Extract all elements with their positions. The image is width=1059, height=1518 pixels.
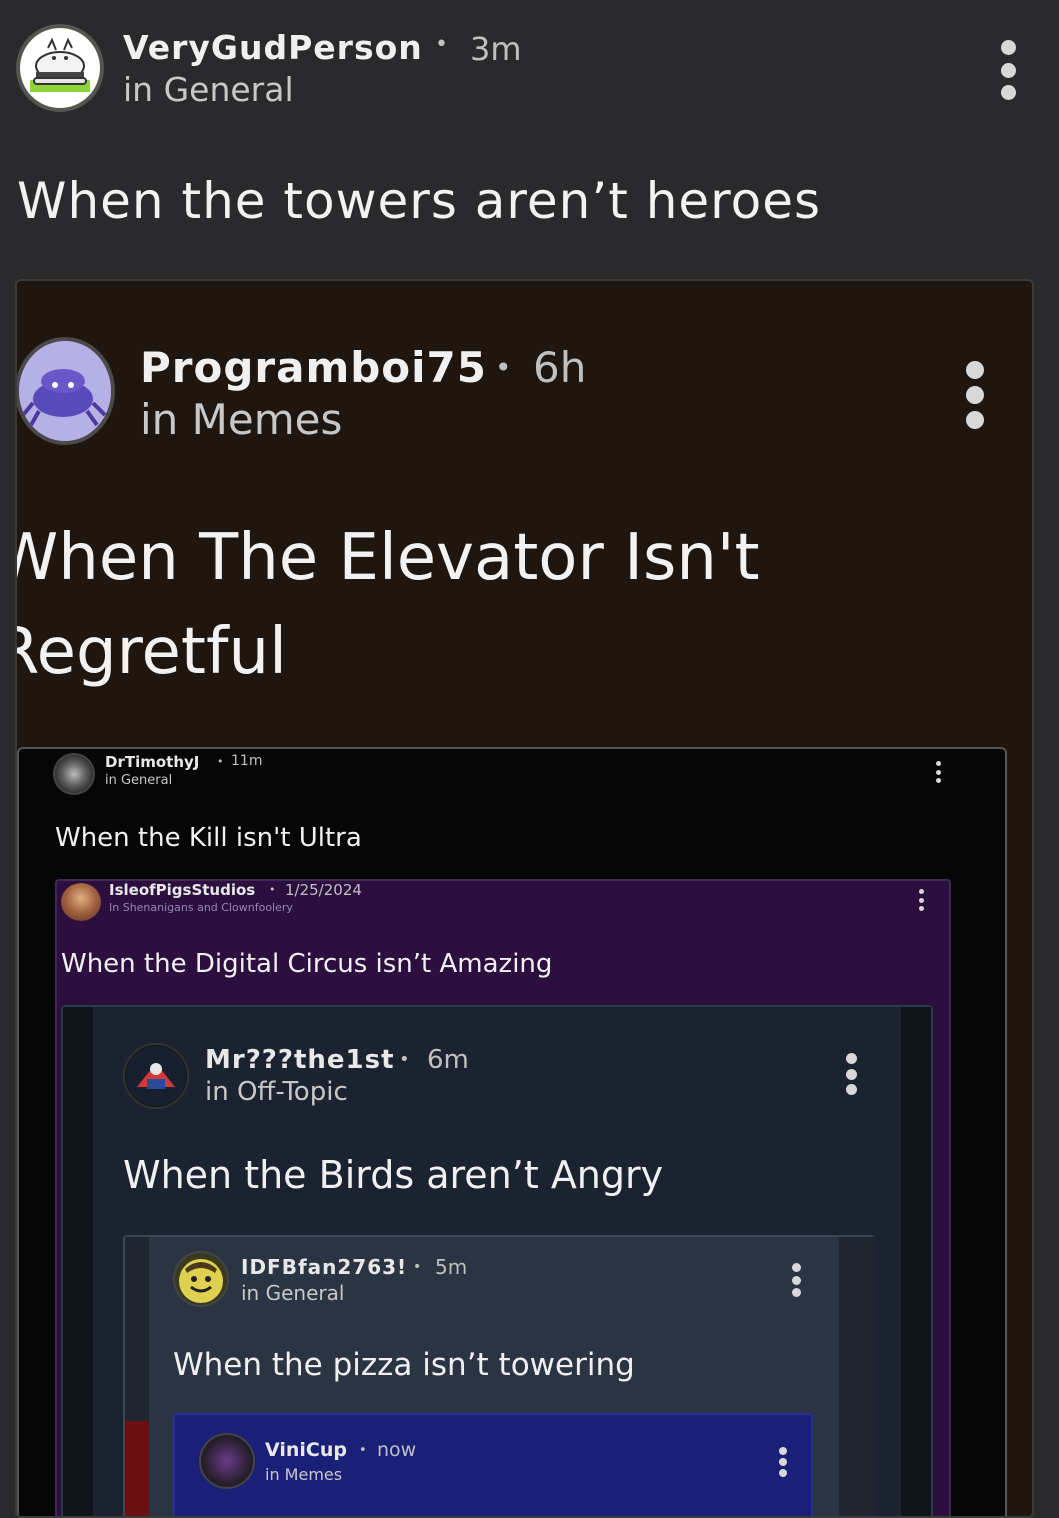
embed1-author: Programboi75 bbox=[140, 343, 487, 392]
embed1-title-line2: Regretful bbox=[15, 615, 287, 689]
embed2-time: 11m bbox=[231, 753, 263, 769]
embed2-title: When the Kill isn't Ultra bbox=[55, 823, 362, 853]
embed4-avatar bbox=[123, 1043, 189, 1109]
embed3-time: 1/25/2024 bbox=[285, 881, 362, 899]
embed5-separator: • bbox=[413, 1259, 422, 1275]
screen: { "post": { "author": "VeryGudPerson", "… bbox=[0, 0, 1059, 1518]
post-title: When the towers aren’t heroes bbox=[17, 172, 822, 230]
embed4-time: 6m bbox=[427, 1045, 469, 1075]
embed4-right-border bbox=[901, 1007, 931, 1516]
embed2-separator: • bbox=[217, 755, 224, 768]
embed4-left-border bbox=[63, 1007, 93, 1516]
embed5-more-options-icon bbox=[791, 1263, 801, 1297]
embed4-community: in Off-Topic bbox=[205, 1077, 348, 1107]
post-separator: • bbox=[435, 32, 448, 57]
embed5-card: IDFBfan2763! • 5m in General When the pi… bbox=[123, 1235, 875, 1516]
embed6-author: ViniCup bbox=[265, 1439, 347, 1461]
embed1-avatar bbox=[17, 337, 115, 445]
embed5-avatar bbox=[173, 1251, 229, 1307]
embed1-title-line1: When The Elevator Isn't bbox=[15, 521, 760, 595]
embed5-title: When the pizza isn’t towering bbox=[173, 1347, 635, 1383]
embed6-time: now bbox=[377, 1439, 417, 1461]
purple-crab-avatar-icon bbox=[19, 341, 111, 441]
embed4-more-options-icon bbox=[845, 1053, 857, 1095]
embed6-community: in Memes bbox=[265, 1465, 343, 1484]
embed2-author: DrTimothyJ bbox=[105, 753, 200, 771]
post-community[interactable]: in General bbox=[123, 70, 294, 109]
post-more-options-icon[interactable] bbox=[996, 40, 1020, 100]
author-avatar[interactable] bbox=[16, 24, 104, 112]
embed3-community: In Shenanigans and Clownfoolery bbox=[109, 901, 293, 914]
angry-bird-avatar-icon bbox=[126, 1046, 186, 1106]
embed4-separator: • bbox=[399, 1049, 410, 1070]
embed3-avatar bbox=[61, 883, 101, 921]
post-time: 3m bbox=[470, 30, 522, 68]
embed4-title: When the Birds aren’t Angry bbox=[123, 1153, 664, 1197]
embed3-author: IsleofPigsStudios bbox=[109, 881, 256, 899]
burger-cat-avatar-icon bbox=[20, 28, 100, 108]
embed5-red-decoration bbox=[125, 1421, 149, 1516]
embed6-avatar bbox=[199, 1433, 255, 1489]
embed6-card: ViniCup • now in Memes bbox=[173, 1413, 813, 1516]
post-image[interactable]: Programboi75 • 6h in Memes When The Elev… bbox=[15, 279, 1034, 1518]
embed2-card: DrTimothyJ • 11m in General When the Kil… bbox=[17, 747, 1007, 1516]
embed3-card: IsleofPigsStudios • 1/25/2024 In Shenani… bbox=[55, 879, 951, 1516]
post-author[interactable]: VeryGudPerson bbox=[123, 28, 423, 67]
embed1-separator: • bbox=[495, 351, 512, 384]
embed2-avatar bbox=[53, 753, 95, 795]
embed1-more-options-icon bbox=[963, 361, 987, 429]
embed5-author: IDFBfan2763! bbox=[241, 1255, 408, 1279]
embed3-separator: • bbox=[269, 883, 276, 896]
smiley-avatar-icon bbox=[179, 1259, 223, 1303]
embed2-more-options-icon bbox=[933, 761, 943, 783]
embed5-community: in General bbox=[241, 1281, 345, 1305]
embed5-time: 5m bbox=[435, 1255, 468, 1279]
embed3-title: When the Digital Circus isn’t Amazing bbox=[61, 949, 553, 979]
embed5-right-border bbox=[839, 1237, 875, 1516]
embed6-separator: • bbox=[359, 1443, 367, 1458]
embed1-community: in Memes bbox=[140, 395, 343, 444]
embed4-author: Mr???the1st bbox=[205, 1045, 395, 1075]
embed4-card: Mr???the1st • 6m in Off-Topic When the B… bbox=[61, 1005, 933, 1516]
embed1-time: 6h bbox=[533, 343, 587, 392]
embed3-more-options-icon bbox=[917, 889, 925, 911]
embed2-community: in General bbox=[105, 773, 173, 788]
embed6-more-options-icon bbox=[779, 1447, 787, 1477]
